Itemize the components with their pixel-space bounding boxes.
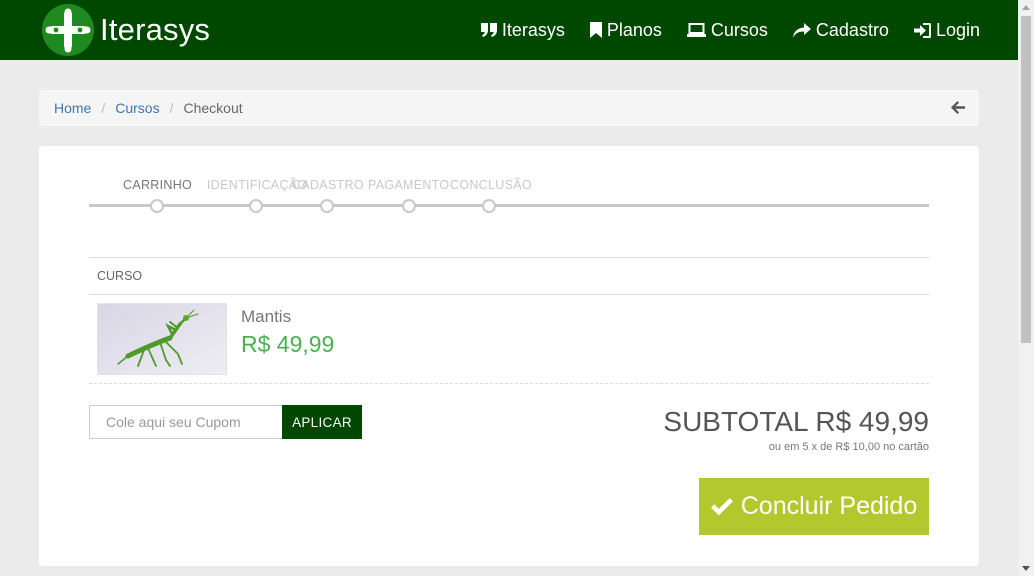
cart-table-header: CURSO (89, 257, 929, 295)
coupon-input[interactable] (89, 405, 282, 439)
arrow-left-icon[interactable] (951, 101, 965, 114)
step-dot-cadastro (320, 199, 334, 213)
check-icon (710, 497, 733, 515)
apply-coupon-button[interactable]: APLICAR (282, 405, 362, 439)
breadcrumb-separator: / (169, 100, 174, 116)
nav-item-planos[interactable]: Planos (589, 19, 662, 41)
step-label-pagamento: PAGAMENTO (368, 178, 450, 192)
finish-order-button[interactable]: Concluir Pedido (699, 478, 929, 535)
checkout-card: CARRINHO IDENTIFICAÇÃO CADASTRO PAGAMENT… (39, 146, 979, 566)
brand-name: Iterasys (100, 12, 211, 47)
column-header-curso: CURSO (97, 269, 143, 283)
step-dot-conclusao (482, 199, 496, 213)
order-summary: SUBTOTAL R$ 49,99 ou em 5 x de R$ 10,00 … (663, 406, 929, 453)
scroll-down-arrow-icon[interactable] (1022, 566, 1030, 571)
coupon-form: APLICAR (89, 405, 362, 439)
nav-label: Cursos (710, 19, 768, 40)
plus-dots-logo-icon (42, 4, 94, 56)
finish-order-label: Concluir Pedido (740, 492, 918, 520)
course-price: R$ 49,99 (241, 331, 335, 357)
step-label-conclusao: CONCLUSÃO (450, 178, 532, 192)
vertical-scrollbar[interactable] (1018, 0, 1034, 576)
breadcrumb-separator: / (101, 100, 106, 116)
breadcrumb-home[interactable]: Home (54, 100, 91, 116)
step-dot-identificacao (249, 199, 263, 213)
checkout-steps: CARRINHO IDENTIFICAÇÃO CADASTRO PAGAMENT… (89, 176, 929, 216)
step-label-cadastro: CADASTRO (292, 178, 364, 192)
breadcrumb: Home / Cursos / Checkout (39, 90, 979, 126)
nav-item-cursos[interactable]: Cursos (686, 19, 768, 41)
breadcrumb-cursos[interactable]: Cursos (115, 100, 159, 116)
quote-icon (480, 23, 497, 37)
step-dot-pagamento (402, 199, 416, 213)
step-dot-carrinho (150, 199, 164, 213)
nav-label: Planos (606, 19, 662, 40)
bookmark-icon (589, 22, 602, 38)
nav-item-login[interactable]: Login (913, 19, 980, 41)
step-label-carrinho: CARRINHO (123, 178, 193, 192)
nav-label: Iterasys (501, 19, 565, 40)
nav-item-cadastro[interactable]: Cadastro (792, 19, 889, 41)
mantis-illustration (98, 304, 226, 374)
installments-note: ou em 5 x de R$ 10,00 no cartão (768, 441, 929, 453)
laptop-icon (686, 23, 706, 37)
top-navbar: Iterasys Iterasys Planos Cursos Cadastro… (0, 0, 1018, 60)
scroll-thumb[interactable] (1021, 16, 1031, 343)
nav-label: Login (935, 19, 980, 40)
subtotal-amount: SUBTOTAL R$ 49,99 (663, 406, 929, 437)
cart-item-row: Mantis R$ 49,99 (89, 295, 929, 384)
scroll-up-arrow-icon[interactable] (1022, 5, 1030, 10)
brand[interactable]: Iterasys (42, 4, 210, 56)
nav-item-iterasys[interactable]: Iterasys (480, 19, 565, 41)
nav-label: Cadastro (815, 19, 889, 40)
share-icon (792, 22, 811, 38)
breadcrumb-checkout: Checkout (183, 100, 243, 116)
steps-progress-line (89, 204, 929, 207)
mantis-image[interactable] (97, 303, 227, 375)
main-nav: Iterasys Planos Cursos Cadastro Login (456, 0, 980, 60)
sign-in-icon (913, 22, 931, 38)
course-name: Mantis (241, 307, 292, 326)
